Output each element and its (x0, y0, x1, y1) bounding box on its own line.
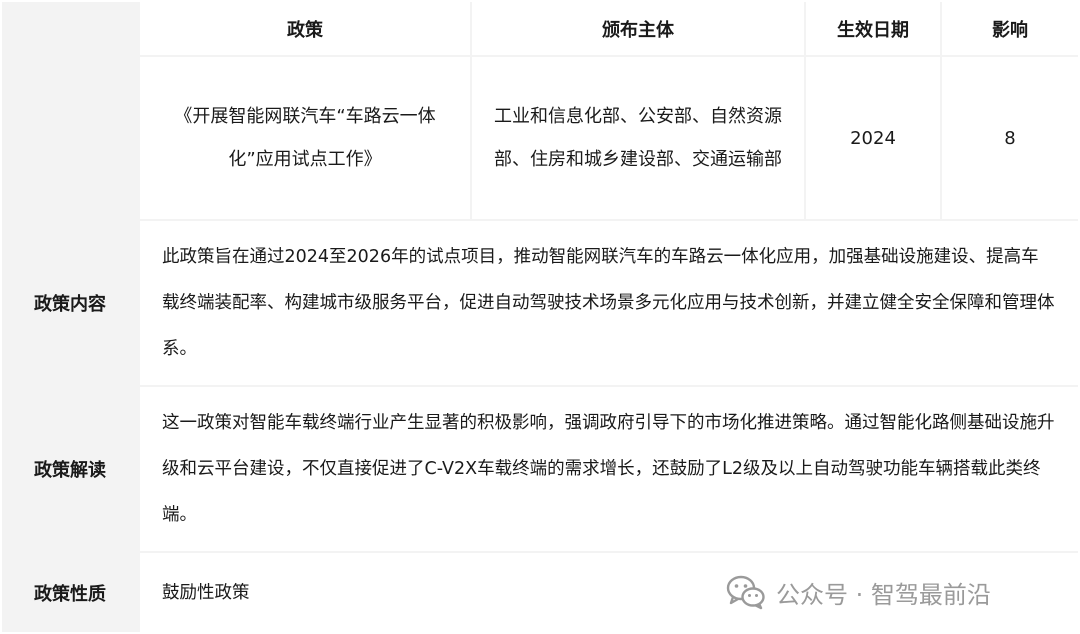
policy-name: 《开展智能网联汽车“车路云一体化”应用试点工作》 (174, 106, 436, 170)
content-paragraph: 此政策旨在通过2024至2026年的试点项目，推动智能网联汽车的车路云一体化应用… (162, 247, 1055, 359)
impact-value: 8 (1004, 127, 1016, 149)
date-value: 2024 (850, 127, 896, 149)
date-cell: 2024 (806, 57, 940, 219)
watermark-text: 公众号 · 智驾最前沿 (776, 580, 991, 609)
watermark: 公众号 · 智驾最前沿 (726, 570, 991, 614)
section-text-content: 此政策旨在通过2024至2026年的试点项目，推动智能网联汽车的车路云一体化应用… (140, 221, 1078, 385)
section-label-content: 政策内容 (2, 221, 138, 385)
interpretation-paragraph: 这一政策对智能车载终端行业产生显著的积极影响，强调政府引导下的市场化推进策略。通… (162, 413, 1055, 525)
wechat-icon (726, 575, 765, 610)
issuer-text: 工业和信息化部、公安部、自然资源部、住房和城乡建设部、交通运输部 (494, 106, 782, 170)
policy-table: 政策 颁布主体 生效日期 影响 《开展智能网联汽车“车路云一体化”应用试点工作》… (2, 2, 1078, 632)
impact-cell: 8 (942, 57, 1078, 219)
issuer-cell: 工业和信息化部、公安部、自然资源部、住房和城乡建设部、交通运输部 (472, 57, 804, 219)
nature-value: 鼓励性政策 (162, 582, 250, 603)
section-label-interpretation: 政策解读 (2, 387, 138, 551)
header-policy: 政策 (140, 2, 470, 55)
section-label-nature: 政策性质 (2, 553, 138, 632)
header-impact: 影响 (942, 2, 1078, 55)
header-date: 生效日期 (806, 2, 940, 55)
section-text-interpretation: 这一政策对智能车载终端行业产生显著的积极影响，强调政府引导下的市场化推进策略。通… (140, 387, 1078, 551)
header-issuer: 颁布主体 (472, 2, 804, 55)
policy-name-cell: 《开展智能网联汽车“车路云一体化”应用试点工作》 (140, 57, 470, 219)
